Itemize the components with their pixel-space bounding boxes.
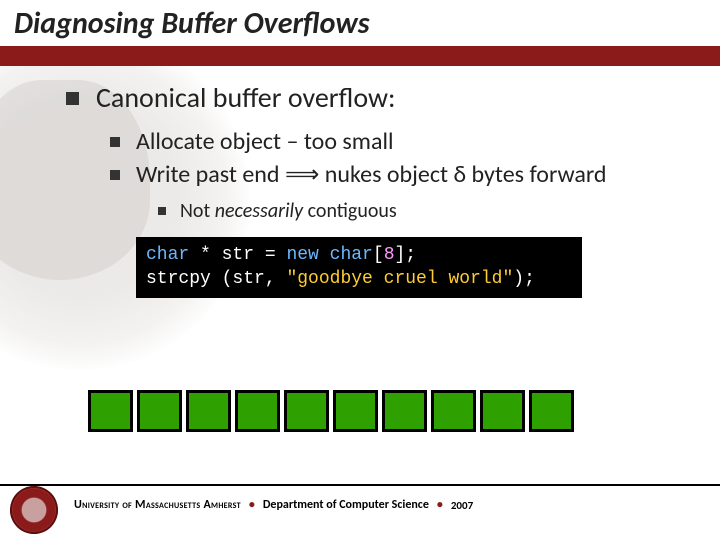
- buffer-cell: [88, 390, 133, 432]
- bullet-l1: Canonical buffer overflow: Allocate obje…: [66, 80, 690, 298]
- buffer-cell: [137, 390, 182, 432]
- text-fragment: Not: [180, 199, 215, 223]
- delta-glyph: δ: [453, 160, 466, 189]
- code-keyword: char: [330, 245, 373, 265]
- footer-rule: [0, 484, 720, 486]
- code-block: char * str = new char[8]; strcpy (str, "…: [136, 237, 582, 298]
- code-line-1: char * str = new char[8];: [146, 243, 572, 267]
- bullet-l2-write-text: Write past end ⟹ nukes object δ bytes fo…: [136, 160, 606, 189]
- code-text: ];: [395, 245, 417, 265]
- buffer-cell: [235, 390, 280, 432]
- code-text: strcpy (str,: [146, 269, 286, 289]
- footer-department: Department of Computer Science: [263, 498, 429, 512]
- slide-title: Diagnosing Buffer Overflows: [14, 5, 370, 42]
- title-underline-strip: [0, 50, 720, 66]
- footer: University of Massachusetts Amherst • De…: [0, 484, 720, 540]
- code-line-2: strcpy (str, "goodbye cruel world");: [146, 267, 572, 291]
- footer-separator-dot-icon: •: [241, 498, 263, 512]
- code-text: );: [513, 269, 535, 289]
- bullet-l3-text: Not necessarily contiguous: [180, 199, 397, 223]
- bullet-l2-write-past-end: Write past end ⟹ nukes object δ bytes fo…: [110, 160, 690, 298]
- bullet-l1-text: Canonical buffer overflow:: [96, 80, 396, 115]
- code-keyword: char: [146, 245, 189, 265]
- buffer-cell: [431, 390, 476, 432]
- footer-bar: University of Massachusetts Amherst • De…: [0, 490, 720, 520]
- buffer-cell: [333, 390, 378, 432]
- code-text: * str =: [189, 245, 286, 265]
- title-band: Diagnosing Buffer Overflows: [0, 0, 720, 50]
- text-fragment: bytes forward: [466, 160, 606, 189]
- buffer-cell: [186, 390, 231, 432]
- buffer-cell: [480, 390, 525, 432]
- code-text: [319, 245, 330, 265]
- footer-year: 2007: [451, 499, 473, 512]
- text-fragment: Write past end: [136, 160, 285, 189]
- slide: Diagnosing Buffer Overflows Canonical bu…: [0, 0, 720, 540]
- code-string: "goodbye cruel world": [286, 269, 513, 289]
- buffer-cell: [529, 390, 574, 432]
- code-text: [: [373, 245, 384, 265]
- code-keyword: new: [286, 245, 318, 265]
- text-emphasis: necessarily: [215, 199, 303, 223]
- buffer-cells-row: [88, 390, 574, 432]
- bullet-l2-allocate-text: Allocate object – too small: [136, 127, 393, 156]
- buffer-cell: [382, 390, 427, 432]
- content-area: Canonical buffer overflow: Allocate obje…: [66, 80, 690, 308]
- footer-university: University of Massachusetts Amherst: [74, 498, 241, 512]
- text-fragment: contiguous: [303, 199, 397, 223]
- bullet-l3-contiguous: Not necessarily contiguous: [158, 199, 690, 223]
- bullet-l2-allocate: Allocate object – too small: [110, 127, 690, 156]
- buffer-cell: [284, 390, 329, 432]
- university-seal-icon: [10, 486, 58, 534]
- text-fragment: nukes object: [319, 160, 453, 189]
- code-number: 8: [384, 245, 395, 265]
- footer-separator-dot-icon: •: [429, 498, 451, 512]
- arrow-glyph: ⟹: [285, 160, 319, 189]
